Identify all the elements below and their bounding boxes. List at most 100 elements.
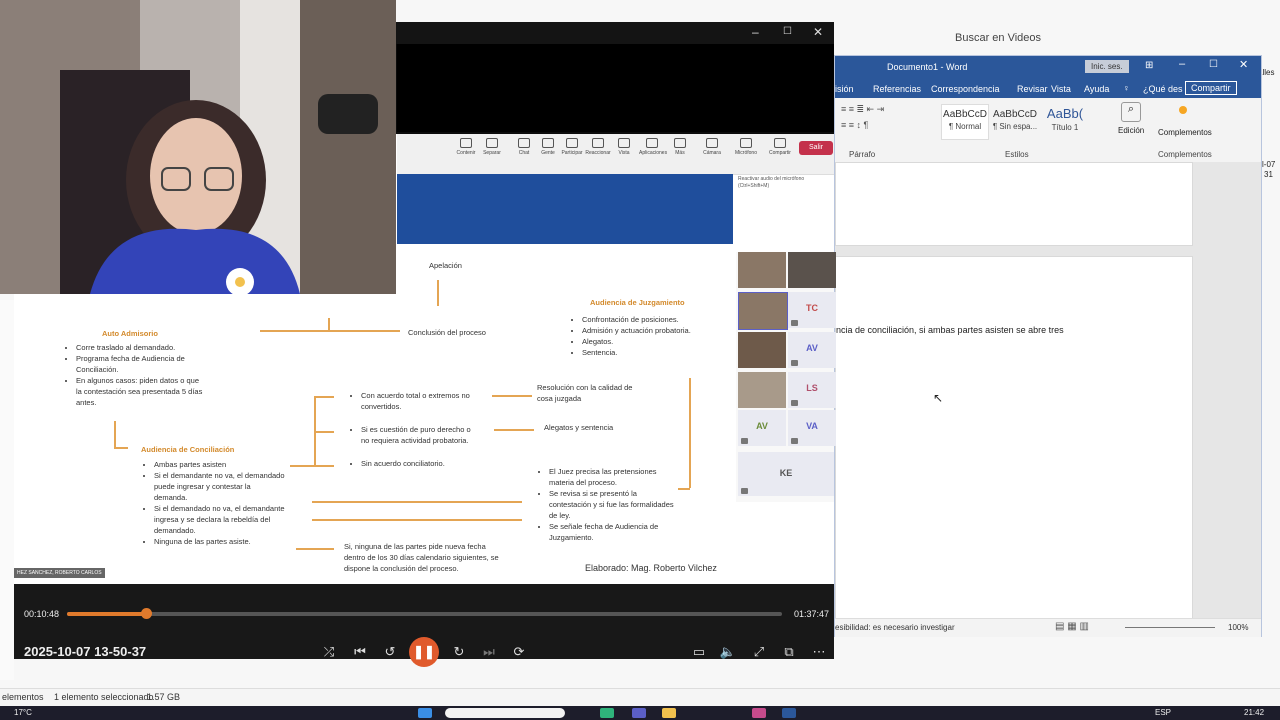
arrow-branch-2: [314, 431, 334, 433]
explorer-statusbar: elementos 1 elemento seleccionado 1.57 G…: [0, 688, 1280, 707]
tab-revisar[interactable]: Revisar: [1017, 84, 1048, 94]
participant-video-2: [788, 252, 836, 288]
next-icon[interactable]: ⏭: [479, 642, 499, 662]
group-addins: Complementos: [1158, 150, 1212, 159]
slide-auto-admisorio-title: Auto Admisorio: [102, 329, 158, 338]
view-icons[interactable]: ▤ ▦ ▥: [1055, 621, 1089, 632]
slide-puro-derecho: Si es cuestión de puro derecho o no requ…: [351, 424, 471, 446]
slide-acuerdo-total: Con acuerdo total o extremos no converti…: [351, 390, 471, 412]
search-icon[interactable]: ⌕: [1121, 102, 1141, 122]
side-label-c: 31: [1264, 170, 1273, 179]
slide-juzgamiento-title: Audiencia de Juzgamiento: [590, 298, 685, 307]
minimize-icon[interactable]: –: [752, 25, 759, 39]
zoom-level[interactable]: 100%: [1228, 623, 1248, 632]
timeline-knob[interactable]: [140, 608, 152, 619]
status-size: 1.57 GB: [147, 692, 181, 702]
document-page-2[interactable]: ncia de conciliación, si ambas partes as…: [835, 256, 1193, 620]
slide-conciliacion-list: Ambas partes asisten Si el demandante no…: [144, 459, 286, 547]
ribbon-display-icon[interactable]: ⊞: [1145, 60, 1153, 71]
style-titulo1-name: Título 1: [1051, 123, 1079, 132]
zoom-slider[interactable]: [1125, 627, 1215, 628]
ribbon-tabs: isión Referencias Correspondencia Revisa…: [835, 78, 1261, 98]
edge-icon[interactable]: [600, 708, 614, 718]
arrow-down-conciliacion: [114, 421, 116, 447]
arrow-connector-top: [328, 318, 330, 330]
slide-sin-acuerdo: Sin acuerdo conciliatorio.: [351, 458, 471, 469]
paragraph-controls[interactable]: ≡ ≡ ≣ ⇤ ⇥ ≡ ≡ ↕ ¶: [841, 104, 931, 140]
current-time: 00:10:48: [24, 609, 60, 619]
accessibility-status[interactable]: esibilidad: es necesario investigar: [835, 623, 955, 632]
pause-button[interactable]: ❚❚: [409, 637, 439, 667]
style-sin-espacio[interactable]: AaBbCcD ¶ Sin espa...: [991, 104, 1039, 140]
style-normal-sample: AaBbCcD: [943, 109, 987, 120]
arrow-to-juez-1: [312, 501, 522, 503]
participant-tile-av: AV: [788, 332, 836, 368]
shuffle-icon[interactable]: ⤮: [319, 642, 339, 662]
style-titulo1[interactable]: AaBb( Título 1: [1041, 104, 1089, 140]
participant-tile-av2: AV: [738, 410, 786, 446]
rewind-10-icon[interactable]: ↺: [380, 642, 400, 662]
slide-conciliacion-title: Audiencia de Conciliación: [141, 445, 235, 454]
teams-icon[interactable]: [632, 708, 646, 718]
lightbulb-icon: ♀: [1123, 83, 1130, 93]
style-sin-espacio-sample: AaBbCcD: [993, 109, 1037, 120]
miniplayer-icon[interactable]: ⧉: [779, 642, 799, 662]
forward-30-icon[interactable]: ↻: [449, 642, 469, 662]
addins-icon: [1179, 106, 1187, 114]
slide-resolucion: Resolución con la calidad de cosa juzgad…: [537, 383, 633, 403]
style-normal[interactable]: AaBbCcD ¶ Normal: [941, 104, 989, 140]
webcam-feed: [0, 0, 396, 294]
app-icon[interactable]: [752, 708, 766, 718]
maximize-icon[interactable]: ☐: [783, 26, 792, 37]
total-time: 01:37:47: [794, 609, 830, 619]
status-items: elementos: [2, 692, 44, 702]
word-icon[interactable]: [782, 708, 796, 718]
tab-vista[interactable]: Vista: [1051, 84, 1071, 94]
previous-icon[interactable]: ⏮: [350, 642, 370, 662]
tab-revision[interactable]: isión: [835, 84, 854, 94]
close-icon[interactable]: ✕: [1239, 58, 1248, 71]
sign-in-button[interactable]: Inic. ses.: [1085, 60, 1129, 73]
arrow-branch-3: [290, 465, 334, 467]
language-indicator[interactable]: ESP: [1155, 708, 1171, 717]
taskbar-search-input[interactable]: [445, 708, 565, 718]
style-normal-name: ¶ Normal: [948, 122, 982, 131]
edit-button[interactable]: Edición: [1118, 126, 1144, 135]
clock[interactable]: 21:42: [1244, 708, 1264, 717]
tell-me-input[interactable]: ¿Qué des: [1143, 84, 1183, 94]
minimize-icon[interactable]: –: [1179, 58, 1185, 70]
webcam-image: [0, 0, 396, 294]
addins-button[interactable]: Complementos: [1158, 128, 1212, 137]
slide-conclusion: Conclusión del proceso: [408, 328, 486, 337]
tab-referencias[interactable]: Referencias: [873, 84, 921, 94]
slide-elaborado: Elaborado: Mag. Roberto Vilchez: [585, 563, 717, 573]
timeline-slider[interactable]: [67, 608, 782, 619]
slide-alegatos: Alegatos y sentencia: [544, 423, 614, 432]
weather-text[interactable]: 17°C: [14, 708, 32, 717]
tab-ayuda[interactable]: Ayuda: [1084, 84, 1109, 94]
folder-icon[interactable]: [662, 708, 676, 718]
participant-video-4: [738, 332, 786, 368]
taskbar: 17°C ESP 21:42: [0, 706, 1280, 720]
side-label-b: l-07: [1262, 160, 1276, 169]
word-statusbar: esibilidad: es necesario investigar ▤ ▦ …: [835, 618, 1261, 637]
start-icon[interactable]: [418, 708, 432, 718]
explorer-search-input[interactable]: Buscar en Videos: [900, 28, 1080, 48]
share-button[interactable]: Compartir: [1185, 81, 1237, 95]
word-title: Documento1 - Word: [887, 62, 968, 72]
volume-icon[interactable]: 🔈: [718, 642, 738, 662]
document-page-1[interactable]: [835, 162, 1193, 246]
more-options-icon[interactable]: ⋯: [809, 642, 829, 662]
word-window: Documento1 - Word Inic. ses. ⊞ – ☐ ✕ isi…: [834, 55, 1262, 637]
explorer-search-placeholder: Buscar en Videos: [955, 32, 1042, 44]
close-icon[interactable]: ✕: [813, 25, 823, 39]
tab-correspondencia[interactable]: Correspondencia: [931, 84, 1000, 94]
repeat-off-icon[interactable]: ⟳: [509, 642, 529, 662]
teams-btn-participar: Participar: [559, 138, 585, 156]
maximize-icon[interactable]: ☐: [1209, 59, 1218, 70]
fullscreen-icon[interactable]: ⤢: [749, 642, 769, 662]
subtitles-icon[interactable]: ▭: [689, 642, 709, 662]
arrow-to-conciliacion: [114, 447, 128, 449]
teams-btn-vista: Vista: [611, 138, 637, 156]
teams-btn-gente: Gente: [535, 138, 561, 156]
